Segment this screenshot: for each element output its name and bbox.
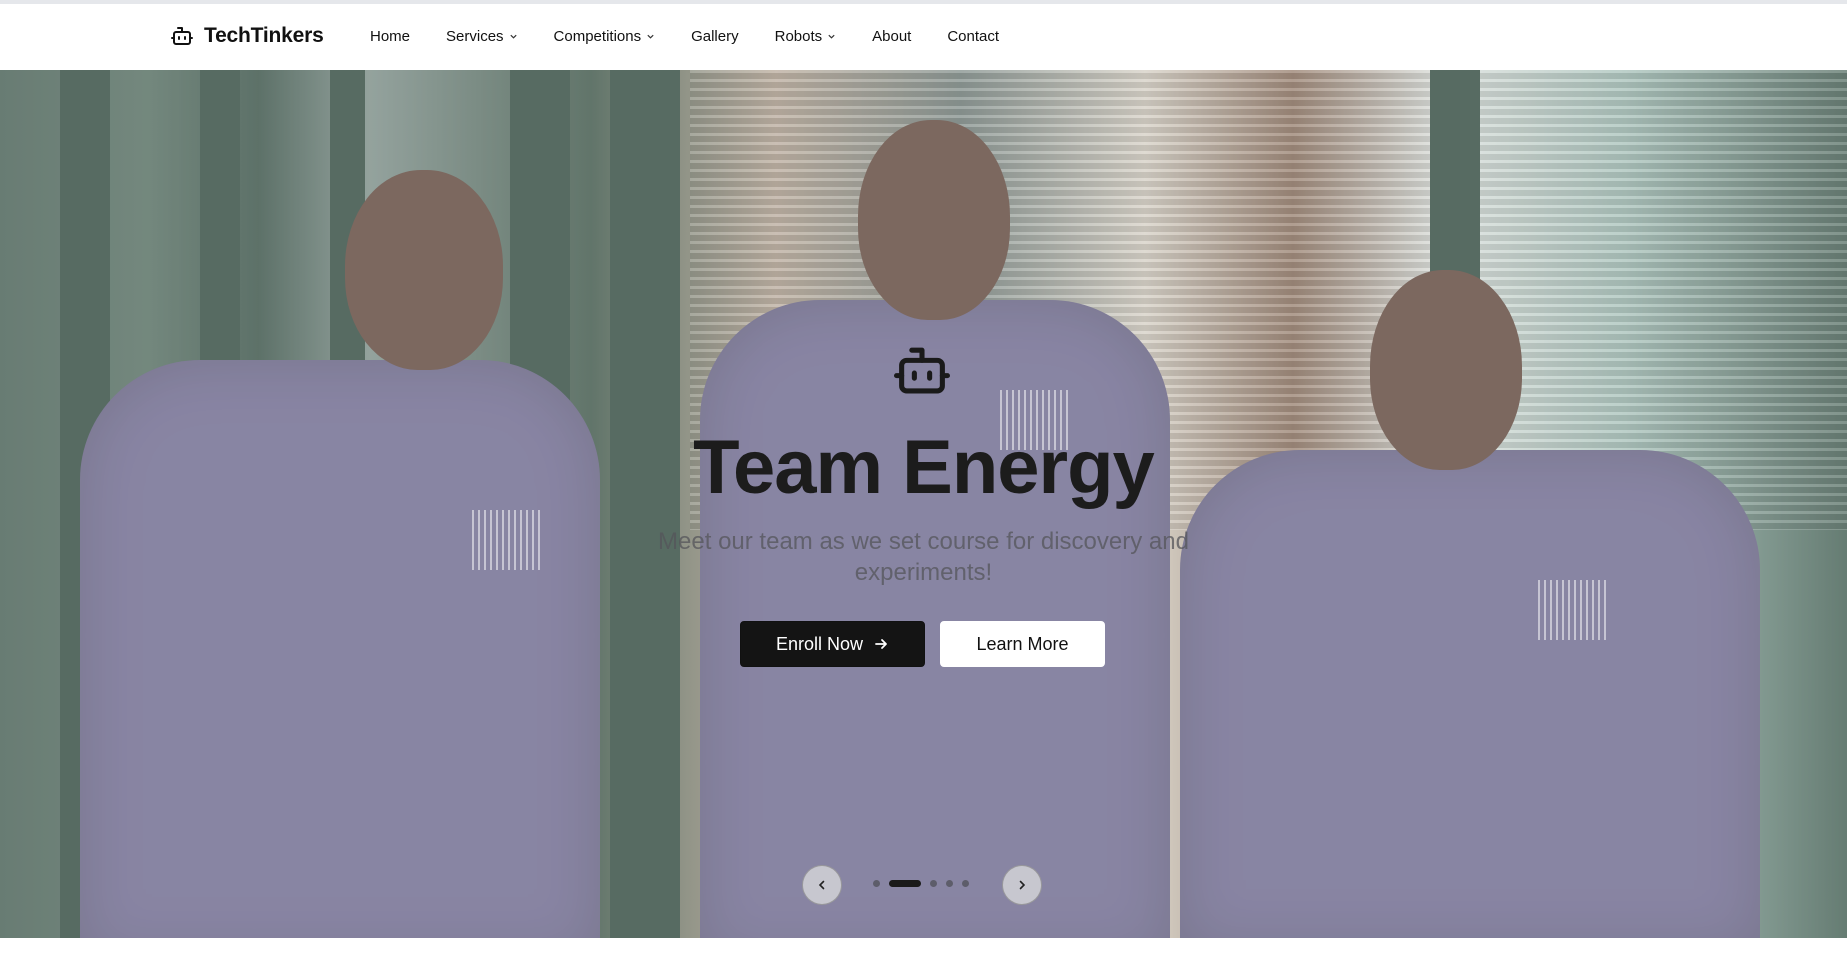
- nav-about[interactable]: About: [872, 28, 911, 45]
- page-below-hero: [0, 938, 1847, 963]
- carousel-next-button[interactable]: [1002, 865, 1042, 905]
- nav-home[interactable]: Home: [370, 28, 410, 45]
- main-nav: Home Services Competitions Gallery Robot…: [370, 28, 1035, 45]
- enroll-now-button[interactable]: Enroll Now: [740, 621, 925, 667]
- nav-about-label: About: [872, 28, 912, 45]
- chevron-down-icon: [509, 34, 517, 39]
- nav-services-label: Services: [446, 28, 504, 45]
- carousel-indicators: [873, 880, 969, 887]
- carousel-dot[interactable]: [873, 880, 880, 887]
- hero-title: Team Energy: [693, 425, 1155, 510]
- chevron-right-icon: [1019, 880, 1026, 890]
- enroll-now-label: Enroll Now: [775, 633, 864, 654]
- carousel-dot[interactable]: [930, 880, 937, 887]
- carousel-prev-button[interactable]: [802, 865, 842, 905]
- nav-gallery[interactable]: Gallery: [691, 28, 739, 45]
- learn-more-button[interactable]: Learn More: [940, 621, 1105, 667]
- hero-subtitle: Meet our team as we set course for disco…: [658, 528, 1189, 586]
- nav-robots-label: Robots: [774, 28, 823, 45]
- nav-robots[interactable]: Robots: [775, 28, 837, 45]
- nav-gallery-label: Gallery: [691, 28, 739, 45]
- carousel-dot[interactable]: [946, 880, 953, 887]
- nav-contact[interactable]: Contact: [947, 28, 999, 45]
- nav-competitions[interactable]: Competitions: [554, 28, 656, 45]
- carousel-dot[interactable]: [962, 880, 969, 887]
- brand-name: TechTinkers: [204, 24, 324, 47]
- arrow-right-icon: [875, 639, 887, 649]
- nav-services[interactable]: Services: [446, 28, 518, 45]
- carousel-dot[interactable]: [889, 880, 921, 887]
- chevron-down-icon: [647, 34, 654, 39]
- brand-logo[interactable]: TechTinkers: [170, 24, 324, 48]
- nav-competitions-label: Competitions: [553, 28, 642, 45]
- robot-icon: [894, 347, 950, 394]
- learn-more-label: Learn More: [976, 633, 1069, 654]
- chevron-left-icon: [818, 880, 825, 890]
- nav-home-label: Home: [370, 28, 411, 45]
- nav-contact-label: Contact: [947, 28, 1000, 45]
- chevron-down-icon: [828, 34, 835, 39]
- site-header: TechTinkers Home Services Competitions G…: [0, 4, 1847, 70]
- robot-icon: [171, 27, 193, 45]
